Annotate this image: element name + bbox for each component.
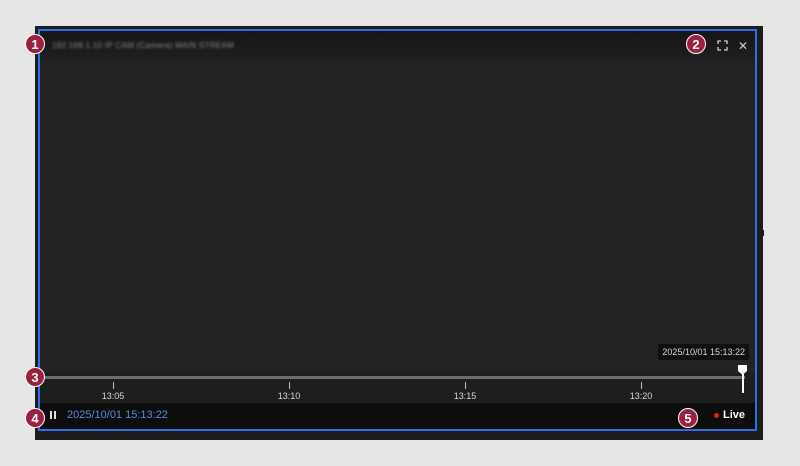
annotation-marker: 5 xyxy=(678,408,698,428)
timeline-scrubber[interactable]: 13:05 13:10 13:15 13:20 xyxy=(40,365,755,404)
live-button[interactable]: Live xyxy=(713,409,745,421)
annotation-marker: 1 xyxy=(25,34,45,54)
timeline-track[interactable] xyxy=(40,376,745,379)
playhead-line[interactable] xyxy=(742,373,744,393)
close-icon[interactable]: ✕ xyxy=(737,39,749,53)
player-side-handle xyxy=(760,230,764,236)
video-title-bar: 192.168.1.10 IP CAM (Camera) MAIN STREAM… xyxy=(40,31,755,63)
timeline-tick xyxy=(289,382,290,389)
playback-control-bar: 2025/10/01 15:13:22 Live xyxy=(40,403,755,429)
hover-timestamp-tooltip: 2025/10/01 15:13:22 xyxy=(658,344,749,360)
pause-icon xyxy=(50,411,52,419)
fullscreen-icon[interactable] xyxy=(717,39,729,53)
current-playback-time: 2025/10/01 15:13:22 xyxy=(67,409,168,421)
timeline-tick xyxy=(641,382,642,389)
pause-button[interactable] xyxy=(50,411,58,420)
live-label: Live xyxy=(722,409,745,421)
timeline-tick-label: 13:05 xyxy=(101,391,125,401)
annotation-marker: 3 xyxy=(25,367,45,387)
playhead-handle[interactable] xyxy=(738,365,747,375)
timeline-tick-label: 13:20 xyxy=(629,391,653,401)
annotation-marker: 4 xyxy=(25,408,45,428)
player-bottom-handle xyxy=(396,436,402,440)
annotation-marker: 2 xyxy=(686,34,706,54)
window-controls: ✕ xyxy=(717,39,749,53)
camera-title: 192.168.1.10 IP CAM (Camera) MAIN STREAM xyxy=(52,41,235,50)
live-indicator-icon xyxy=(713,412,719,418)
timeline-tick xyxy=(465,382,466,389)
timeline-tick-label: 13:10 xyxy=(277,391,301,401)
pause-icon xyxy=(54,411,56,419)
video-viewport[interactable]: 192.168.1.10 IP CAM (Camera) MAIN STREAM… xyxy=(38,29,757,431)
timeline-tick-label: 13:15 xyxy=(453,391,477,401)
timeline-tick xyxy=(113,382,114,389)
